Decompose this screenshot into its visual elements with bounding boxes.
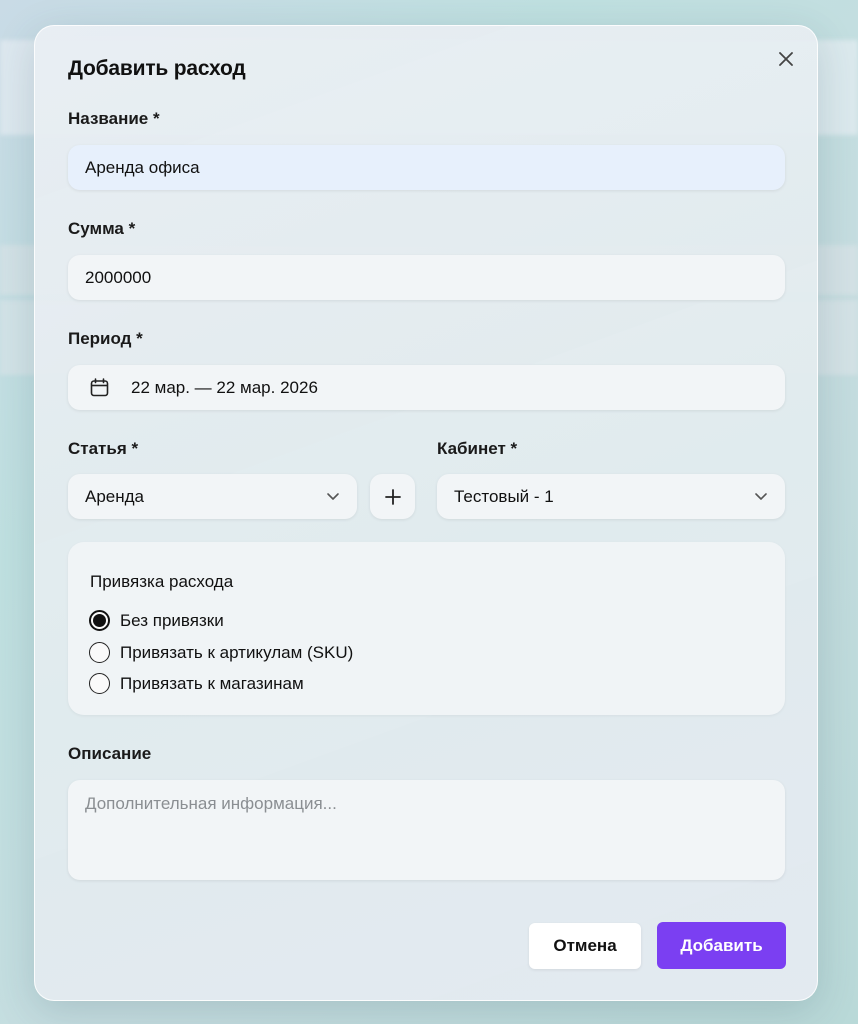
dialog-title: Добавить расход (68, 57, 246, 80)
period-label: Период * (68, 329, 143, 348)
radio-label: Привязать к магазинам (120, 673, 304, 693)
description-placeholder: Дополнительная информация... (85, 794, 337, 813)
name-label: Название * (68, 109, 160, 128)
close-button[interactable] (773, 46, 799, 72)
radio-button[interactable] (89, 673, 110, 694)
period-date-picker[interactable]: 22 мар. — 22 мар. 2026 (68, 365, 785, 410)
amount-value: 2000000 (85, 267, 152, 287)
calendar-icon (90, 378, 109, 397)
add-expense-dialog: Добавить расход Название * Аренда офиса … (34, 25, 818, 1001)
close-icon (779, 52, 793, 66)
period-value: 22 мар. — 22 мар. 2026 (131, 377, 318, 397)
add-button[interactable]: Добавить (657, 922, 786, 969)
expense-binding-panel: Привязка расхода Без привязки Привязать … (68, 542, 785, 715)
amount-label: Сумма * (68, 219, 136, 238)
category-label: Статья * (68, 439, 139, 458)
plus-icon (384, 488, 401, 505)
category-select[interactable]: Аренда (68, 474, 357, 519)
category-value: Аренда (85, 486, 145, 506)
add-category-button[interactable] (370, 474, 415, 519)
chevron-down-icon (753, 488, 769, 504)
name-input[interactable]: Аренда офиса (68, 145, 785, 190)
description-textarea[interactable]: Дополнительная информация... (68, 780, 785, 880)
radio-button-checked[interactable] (89, 610, 110, 631)
name-value: Аренда офиса (85, 157, 200, 177)
cancel-button[interactable]: Отмена (529, 923, 641, 969)
radio-option-sku[interactable]: Привязать к артикулам (SKU) (89, 642, 353, 663)
description-label: Описание (68, 744, 152, 763)
cabinet-value: Тестовый - 1 (454, 486, 554, 506)
cabinet-label: Кабинет * (437, 439, 518, 458)
chevron-down-icon (325, 488, 341, 504)
cabinet-select[interactable]: Тестовый - 1 (437, 474, 785, 519)
radio-option-stores[interactable]: Привязать к магазинам (89, 673, 304, 694)
radio-option-no-binding[interactable]: Без привязки (89, 610, 224, 631)
amount-input[interactable]: 2000000 (68, 255, 785, 300)
radio-label: Привязать к артикулам (SKU) (120, 642, 354, 662)
radio-label: Без привязки (120, 610, 224, 630)
radio-button[interactable] (89, 642, 110, 663)
binding-title: Привязка расхода (90, 572, 234, 591)
